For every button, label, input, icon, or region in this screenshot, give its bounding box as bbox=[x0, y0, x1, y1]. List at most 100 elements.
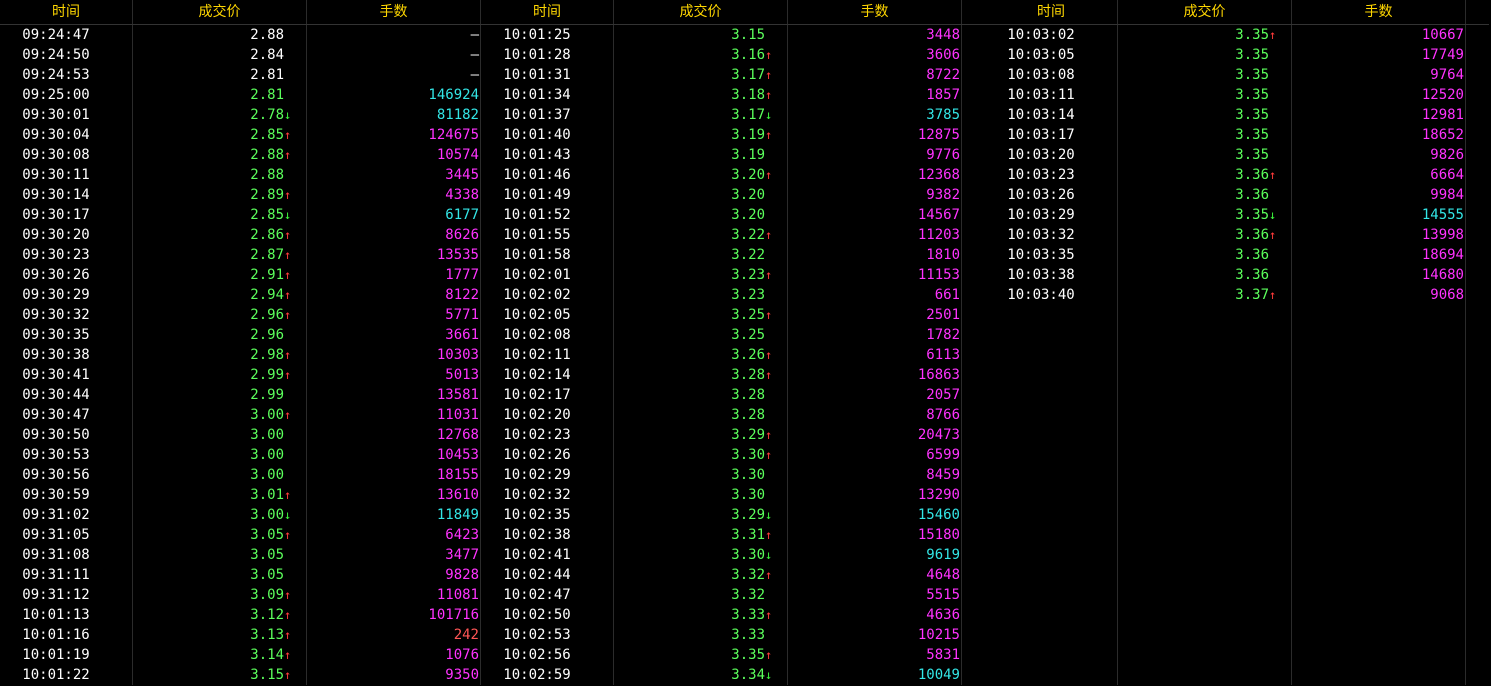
tick-time: 10:03:40 bbox=[985, 285, 1118, 305]
tick-volume: 10215 bbox=[788, 625, 962, 645]
tick-rows: 10:01:25 3.15 3448 10:01:28 3.16↑ 3606 10:01:3… bbox=[481, 25, 985, 685]
tick-row: 10:02:14 3.28↑ 16863 bbox=[481, 365, 985, 385]
price-value: 3.17 bbox=[731, 107, 765, 123]
tick-price: 2.96 bbox=[133, 325, 307, 345]
tick-price: 3.00 bbox=[133, 445, 307, 465]
arrow-up-icon: ↑ bbox=[284, 408, 292, 422]
tick-time: 10:01:58 bbox=[481, 245, 614, 265]
tick-time: 10:02:41 bbox=[481, 545, 614, 565]
tick-time: 09:31:11 bbox=[0, 565, 133, 585]
tick-volume: 146924 bbox=[307, 85, 481, 105]
tick-row: 10:02:26 3.30↑ 6599 bbox=[481, 445, 985, 465]
tick-volume: 11031 bbox=[307, 405, 481, 425]
tick-row: 09:24:50 2.84 — bbox=[0, 45, 504, 65]
price-value: 3.22 bbox=[731, 247, 765, 263]
tick-volume: 9776 bbox=[788, 145, 962, 165]
tick-row: 10:02:20 3.28 8766 bbox=[481, 405, 985, 425]
tick-price: 3.35 bbox=[1118, 45, 1292, 65]
arrow-up-icon: ↑ bbox=[765, 348, 773, 362]
tick-time bbox=[985, 385, 1118, 405]
tick-price: 3.36↑ bbox=[1118, 225, 1292, 245]
tick-time: 10:02:26 bbox=[481, 445, 614, 465]
tick-price: 2.99↑ bbox=[133, 365, 307, 385]
tick-volume: 101716 bbox=[307, 605, 481, 625]
tick-time: 10:02:59 bbox=[481, 665, 614, 685]
price-value: 3.18 bbox=[731, 87, 765, 103]
tick-price bbox=[1118, 545, 1292, 565]
tick-volume: 124675 bbox=[307, 125, 481, 145]
header-price: 成交价 bbox=[1118, 0, 1292, 24]
tick-row: 09:30:08 2.88↑ 10574 bbox=[0, 145, 504, 165]
arrow-up-icon: ↑ bbox=[284, 348, 292, 362]
arrow-up-icon: ↑ bbox=[765, 88, 773, 102]
empty-row bbox=[985, 545, 1489, 565]
tick-volume: 9068 bbox=[1292, 285, 1466, 305]
tick-volume: 2057 bbox=[788, 385, 962, 405]
price-value: 3.31 bbox=[731, 527, 765, 543]
tick-price: 3.23 bbox=[614, 285, 788, 305]
price-value: 2.86 bbox=[250, 227, 284, 243]
tick-volume: 4636 bbox=[788, 605, 962, 625]
price-value: 2.94 bbox=[250, 287, 284, 303]
tick-row: 10:01:34 3.18↑ 1857 bbox=[481, 85, 985, 105]
tick-price: 2.88 bbox=[133, 165, 307, 185]
tick-price: 2.78↓ bbox=[133, 105, 307, 125]
tick-time: 10:02:05 bbox=[481, 305, 614, 325]
tick-time: 09:30:47 bbox=[0, 405, 133, 425]
price-value: 3.36 bbox=[1235, 247, 1269, 263]
tick-price: 3.01↑ bbox=[133, 485, 307, 505]
tick-price: 3.17↑ bbox=[614, 65, 788, 85]
header-volume: 手数 bbox=[788, 0, 962, 24]
tick-price: 3.00↓ bbox=[133, 505, 307, 525]
tick-price: 2.91↑ bbox=[133, 265, 307, 285]
tick-price: 3.34↓ bbox=[614, 665, 788, 685]
tick-row: 09:31:12 3.09↑ 11081 bbox=[0, 585, 504, 605]
tick-volume: 5831 bbox=[788, 645, 962, 665]
tick-time: 10:02:02 bbox=[481, 285, 614, 305]
arrow-up-icon: ↑ bbox=[284, 308, 292, 322]
tick-volume bbox=[1292, 665, 1466, 685]
tick-price bbox=[1118, 305, 1292, 325]
tick-time: 09:31:02 bbox=[0, 505, 133, 525]
tick-price: 2.96↑ bbox=[133, 305, 307, 325]
tick-time: 10:01:46 bbox=[481, 165, 614, 185]
tick-price bbox=[1118, 645, 1292, 665]
tick-row: 10:01:40 3.19↑ 12875 bbox=[481, 125, 985, 145]
price-value: 3.28 bbox=[731, 367, 765, 383]
price-value: 3.17 bbox=[731, 67, 765, 83]
tick-time: 09:31:12 bbox=[0, 585, 133, 605]
price-value: 3.30 bbox=[731, 447, 765, 463]
tick-volume bbox=[1292, 305, 1466, 325]
tick-row: 10:02:32 3.30 13290 bbox=[481, 485, 985, 505]
price-value: 3.35 bbox=[731, 647, 765, 663]
tick-time: 10:03:11 bbox=[985, 85, 1118, 105]
tick-price: 3.32 bbox=[614, 585, 788, 605]
price-value: 3.00 bbox=[250, 467, 284, 483]
tick-time: 10:02:44 bbox=[481, 565, 614, 585]
price-value: 3.34 bbox=[731, 667, 765, 683]
tick-price: 3.31↑ bbox=[614, 525, 788, 545]
header-time: 时间 bbox=[0, 0, 133, 24]
tick-volume: — bbox=[307, 65, 481, 85]
empty-row bbox=[985, 345, 1489, 365]
tick-time: 09:30:17 bbox=[0, 205, 133, 225]
tick-time: 09:30:26 bbox=[0, 265, 133, 285]
tick-time: 10:01:37 bbox=[481, 105, 614, 125]
arrow-up-icon: ↑ bbox=[765, 568, 773, 582]
tick-price: 3.19↑ bbox=[614, 125, 788, 145]
tick-volume: 3445 bbox=[307, 165, 481, 185]
tick-price: 3.15 bbox=[614, 25, 788, 45]
price-value: 2.96 bbox=[250, 327, 284, 343]
price-value: 3.16 bbox=[731, 47, 765, 63]
tick-row: 10:03:14 3.35 12981 bbox=[985, 105, 1489, 125]
tick-volume: 3477 bbox=[307, 545, 481, 565]
tick-price: 2.89↑ bbox=[133, 185, 307, 205]
tick-volume: 9764 bbox=[1292, 65, 1466, 85]
tick-volume: 10574 bbox=[307, 145, 481, 165]
tick-price: 3.18↑ bbox=[614, 85, 788, 105]
tick-price: 3.00↑ bbox=[133, 405, 307, 425]
tick-price: 3.36 bbox=[1118, 245, 1292, 265]
tick-price bbox=[1118, 505, 1292, 525]
tick-price: 3.35 bbox=[1118, 145, 1292, 165]
tick-price: 3.05 bbox=[133, 565, 307, 585]
